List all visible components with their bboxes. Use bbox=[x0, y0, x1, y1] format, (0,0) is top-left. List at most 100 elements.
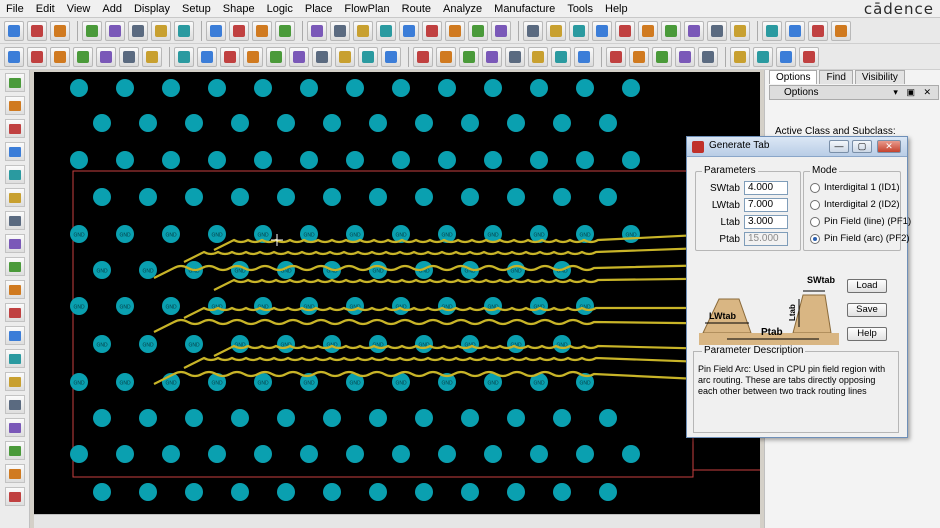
toolbar2-button-9[interactable] bbox=[197, 46, 217, 67]
mode-pf1[interactable]: Pin Field (line) (PF1) bbox=[810, 216, 911, 227]
toolbar2-button-7[interactable] bbox=[142, 46, 162, 67]
toolbar1-button-2[interactable] bbox=[27, 20, 47, 41]
help-button[interactable]: Help bbox=[847, 327, 887, 341]
toolbar1-button-1[interactable] bbox=[4, 20, 24, 41]
toolbar1-button-18[interactable] bbox=[422, 20, 442, 41]
left-tool-button-11[interactable] bbox=[4, 303, 25, 322]
toolbar2-button-32[interactable] bbox=[753, 46, 773, 67]
dialog-titlebar[interactable]: Generate Tab — ▢ ✕ bbox=[687, 137, 907, 157]
left-tool-button-7[interactable] bbox=[4, 211, 25, 230]
toolbar2-button-4[interactable] bbox=[73, 46, 93, 67]
toolbar2-button-18[interactable] bbox=[413, 46, 433, 67]
mode-id2-radio[interactable] bbox=[810, 199, 820, 210]
toolbar2-button-30[interactable] bbox=[698, 46, 718, 67]
toolbar1-button-35[interactable] bbox=[831, 20, 851, 41]
load-button[interactable]: Load bbox=[847, 279, 887, 293]
toolbar1-button-8[interactable] bbox=[174, 20, 194, 41]
toolbar2-button-12[interactable] bbox=[266, 46, 286, 67]
menu-tools[interactable]: Tools bbox=[561, 0, 599, 18]
toolbar2-button-5[interactable] bbox=[96, 46, 116, 67]
toolbar1-button-16[interactable] bbox=[376, 20, 396, 41]
toolbar2-button-15[interactable] bbox=[335, 46, 355, 67]
left-tool-button-2[interactable] bbox=[4, 96, 25, 115]
toolbar2-button-23[interactable] bbox=[528, 46, 548, 67]
left-tool-button-6[interactable] bbox=[4, 188, 25, 207]
tab-visibility[interactable]: Visibility bbox=[854, 70, 905, 84]
left-tool-button-14[interactable] bbox=[4, 372, 25, 391]
toolbar1-button-19[interactable] bbox=[445, 20, 465, 41]
toolbar2-button-2[interactable] bbox=[27, 46, 47, 67]
toolbar2-button-1[interactable] bbox=[4, 46, 24, 67]
toolbar1-button-28[interactable] bbox=[661, 20, 681, 41]
toolbar1-button-32[interactable] bbox=[762, 20, 782, 41]
toolbar2-button-25[interactable] bbox=[574, 46, 594, 67]
left-tool-button-18[interactable] bbox=[4, 464, 25, 483]
toolbar1-button-34[interactable] bbox=[808, 20, 828, 41]
toolbar1-button-11[interactable] bbox=[252, 20, 272, 41]
toolbar2-button-26[interactable] bbox=[606, 46, 626, 67]
toolbar2-button-16[interactable] bbox=[358, 46, 378, 67]
mode-pf1-radio[interactable] bbox=[810, 216, 820, 227]
menu-analyze[interactable]: Analyze bbox=[437, 0, 488, 18]
toolbar2-button-13[interactable] bbox=[289, 46, 309, 67]
menu-display[interactable]: Display bbox=[128, 0, 176, 18]
toolbar1-button-17[interactable] bbox=[399, 20, 419, 41]
design-canvas[interactable]: GND GND GND GND GND GND GND GND GND GND GND GND GND G… bbox=[34, 72, 760, 514]
toolbar1-button-30[interactable] bbox=[707, 20, 727, 41]
toolbar2-button-11[interactable] bbox=[243, 46, 263, 67]
toolbar1-button-22[interactable] bbox=[523, 20, 543, 41]
menu-place[interactable]: Place bbox=[299, 0, 339, 18]
toolbar2-button-21[interactable] bbox=[482, 46, 502, 67]
swtab-input[interactable]: 4.000 bbox=[744, 181, 788, 195]
close-button[interactable]: ✕ bbox=[877, 140, 901, 153]
toolbar1-button-29[interactable] bbox=[684, 20, 704, 41]
left-tool-button-1[interactable] bbox=[4, 73, 25, 92]
toolbar1-button-3[interactable] bbox=[50, 20, 70, 41]
save-button[interactable]: Save bbox=[847, 303, 887, 317]
toolbar2-button-29[interactable] bbox=[675, 46, 695, 67]
toolbar1-button-23[interactable] bbox=[546, 20, 566, 41]
menu-edit[interactable]: Edit bbox=[30, 0, 61, 18]
mode-id2[interactable]: Interdigital 2 (ID2) bbox=[810, 199, 900, 210]
toolbar1-button-31[interactable] bbox=[730, 20, 750, 41]
toolbar1-button-10[interactable] bbox=[229, 20, 249, 41]
menu-help[interactable]: Help bbox=[599, 0, 634, 18]
toolbar1-button-20[interactable] bbox=[468, 20, 488, 41]
toolbar1-button-13[interactable] bbox=[307, 20, 327, 41]
toolbar2-button-27[interactable] bbox=[629, 46, 649, 67]
toolbar2-button-6[interactable] bbox=[119, 46, 139, 67]
left-tool-button-13[interactable] bbox=[4, 349, 25, 368]
toolbar1-button-27[interactable] bbox=[638, 20, 658, 41]
toolbar2-button-31[interactable] bbox=[730, 46, 750, 67]
lwtab-input[interactable]: 7.000 bbox=[744, 198, 788, 212]
tab-options[interactable]: Options bbox=[769, 70, 818, 84]
toolbar1-button-4[interactable] bbox=[82, 20, 102, 41]
toolbar2-button-22[interactable] bbox=[505, 46, 525, 67]
toolbar1-button-15[interactable] bbox=[353, 20, 373, 41]
left-tool-button-19[interactable] bbox=[4, 487, 25, 506]
ltab-input[interactable]: 3.000 bbox=[744, 215, 788, 229]
toolbar2-button-3[interactable] bbox=[50, 46, 70, 67]
toolbar1-button-24[interactable] bbox=[569, 20, 589, 41]
mode-pf2[interactable]: Pin Field (arc) (PF2) bbox=[810, 233, 910, 244]
toolbar2-button-33[interactable] bbox=[776, 46, 796, 67]
toolbar2-button-14[interactable] bbox=[312, 46, 332, 67]
menu-manufacture[interactable]: Manufacture bbox=[488, 0, 561, 18]
toolbar2-button-34[interactable] bbox=[799, 46, 819, 67]
left-tool-button-5[interactable] bbox=[4, 165, 25, 184]
menu-view[interactable]: View bbox=[61, 0, 97, 18]
toolbar1-button-7[interactable] bbox=[151, 20, 171, 41]
menu-shape[interactable]: Shape bbox=[217, 0, 261, 18]
toolbar2-button-19[interactable] bbox=[436, 46, 456, 67]
menu-add[interactable]: Add bbox=[96, 0, 128, 18]
left-tool-button-15[interactable] bbox=[4, 395, 25, 414]
left-tool-button-10[interactable] bbox=[4, 280, 25, 299]
tab-find[interactable]: Find bbox=[819, 70, 853, 84]
horizontal-scrollbar[interactable] bbox=[34, 514, 760, 528]
toolbar1-button-14[interactable] bbox=[330, 20, 350, 41]
panel-controls[interactable]: ▾ ▣ ✕ bbox=[893, 86, 934, 99]
toolbar1-button-26[interactable] bbox=[615, 20, 635, 41]
toolbar1-button-12[interactable] bbox=[275, 20, 295, 41]
left-tool-button-16[interactable] bbox=[4, 418, 25, 437]
toolbar2-button-28[interactable] bbox=[652, 46, 672, 67]
